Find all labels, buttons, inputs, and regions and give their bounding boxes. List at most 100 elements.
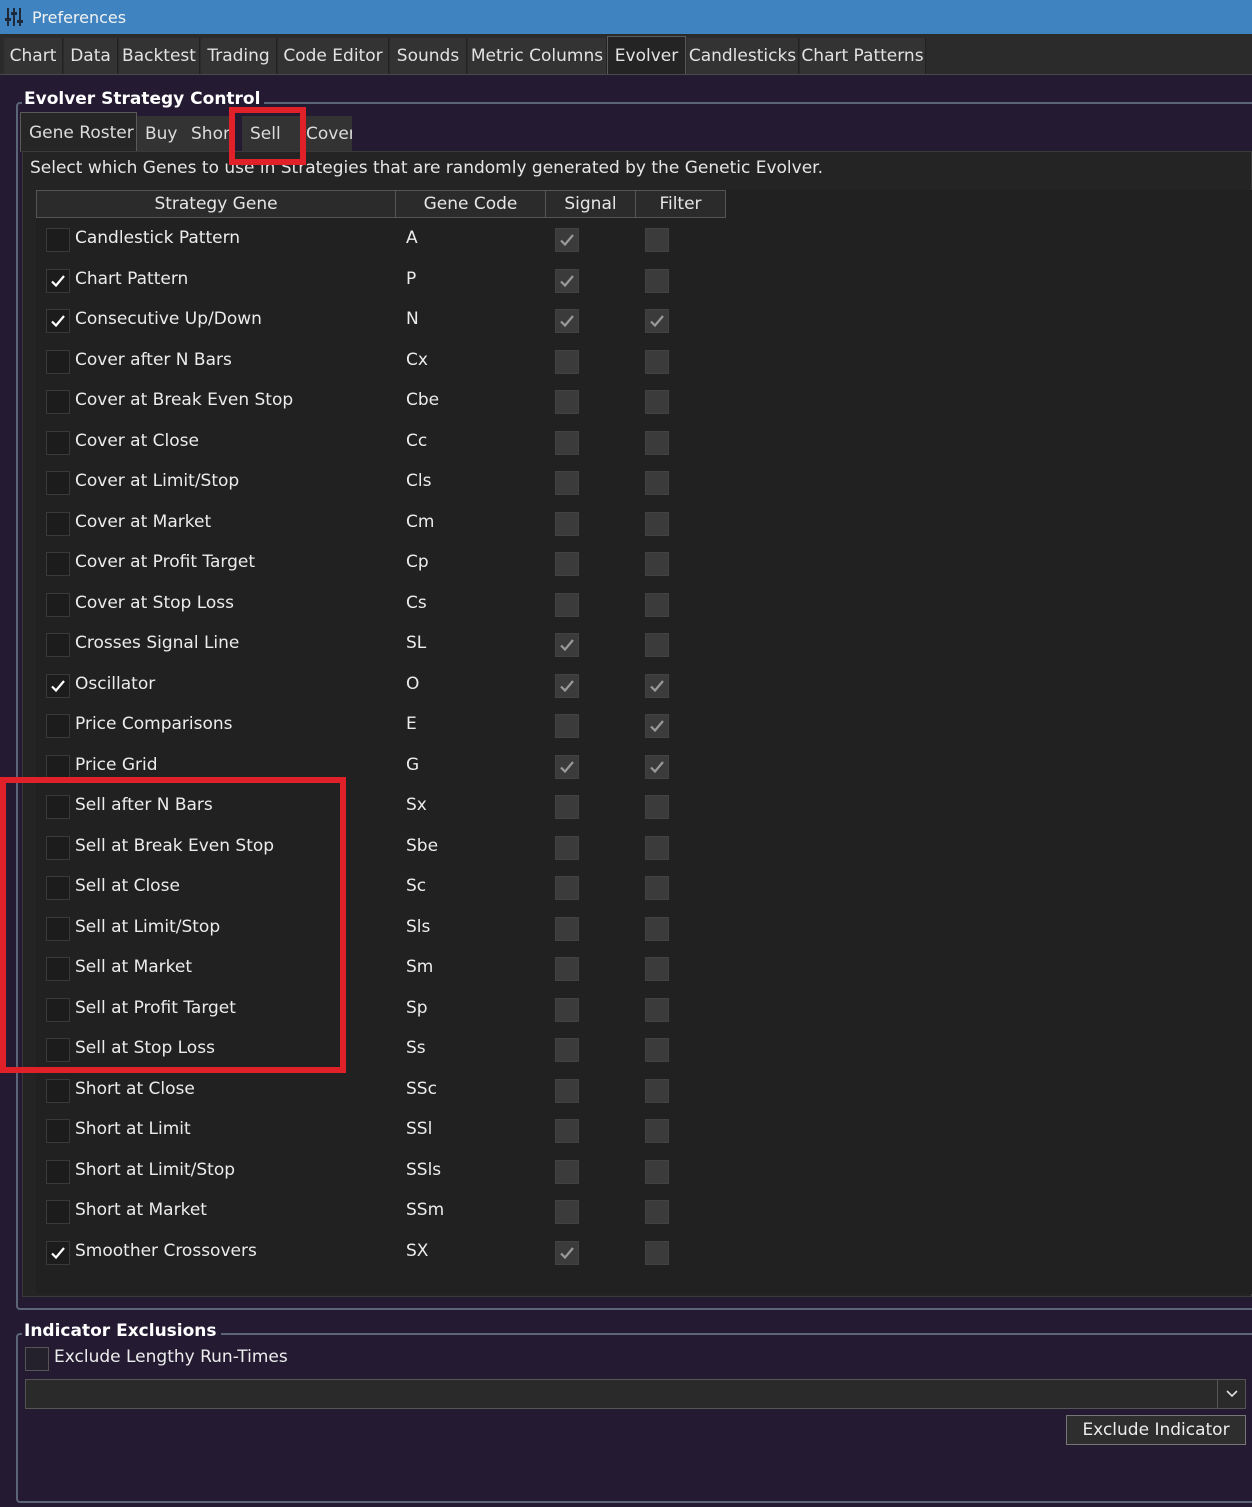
table-row: Consecutive Up/Down N: [36, 301, 736, 341]
gene-enable-checkbox[interactable]: [46, 512, 70, 536]
gene-code: Sls: [406, 917, 431, 937]
tab-chart[interactable]: Chart: [4, 38, 63, 74]
gene-enable-checkbox[interactable]: [46, 269, 70, 293]
filter-checkbox: [645, 795, 669, 819]
gene-enable-checkbox[interactable]: [46, 1200, 70, 1224]
tab-trading[interactable]: Trading: [201, 38, 277, 74]
gene-enable-checkbox[interactable]: [46, 431, 70, 455]
signal-checkbox: [555, 674, 579, 698]
gene-enable-checkbox[interactable]: [46, 390, 70, 414]
table-row: Sell at Profit Target Sp: [36, 990, 736, 1030]
filter-checkbox: [645, 1079, 669, 1103]
filter-checkbox: [645, 390, 669, 414]
gene-enable-checkbox[interactable]: [46, 593, 70, 617]
gene-enable-checkbox[interactable]: [46, 917, 70, 941]
signal-checkbox: [555, 350, 579, 374]
filter-checkbox: [645, 876, 669, 900]
filter-checkbox: [645, 350, 669, 374]
gene-code: A: [406, 228, 418, 248]
column-header-strategy-gene[interactable]: Strategy Gene: [36, 190, 396, 218]
exclude-indicator-button[interactable]: Exclude Indicator: [1066, 1415, 1246, 1445]
gene-enable-checkbox[interactable]: [46, 795, 70, 819]
table-row: Sell at Market Sm: [36, 949, 736, 989]
signal-checkbox: [555, 228, 579, 252]
table-row: Price Grid G: [36, 747, 736, 787]
gene-code: SSls: [406, 1160, 442, 1180]
signal-checkbox: [555, 957, 579, 981]
table-header: Strategy Gene Gene Code Signal Filter: [36, 190, 726, 218]
table-row: Chart Pattern P: [36, 261, 736, 301]
tab-gene-roster[interactable]: Gene Roster: [20, 112, 137, 152]
tab-sounds[interactable]: Sounds: [390, 38, 467, 74]
gene-enable-checkbox[interactable]: [46, 998, 70, 1022]
table-row: Cover at Close Cc: [36, 423, 736, 463]
gene-enable-checkbox[interactable]: [46, 836, 70, 860]
tab-candlesticks[interactable]: Candlesticks: [687, 38, 799, 74]
table-row: Price Comparisons E: [36, 706, 736, 746]
filter-checkbox: [645, 269, 669, 293]
signal-checkbox: [555, 1200, 579, 1224]
gene-code: Sx: [406, 795, 427, 815]
gene-code: Cm: [406, 512, 435, 532]
gene-enable-checkbox[interactable]: [46, 957, 70, 981]
tab-cover[interactable]: Cover: [298, 116, 352, 152]
gene-code: Cx: [406, 350, 428, 370]
signal-checkbox: [555, 512, 579, 536]
gene-enable-checkbox[interactable]: [46, 1241, 70, 1265]
gene-name: Sell after N Bars: [75, 795, 213, 815]
gene-roster-description: Select which Genes to use in Strategies …: [30, 158, 823, 178]
signal-checkbox: [555, 269, 579, 293]
gene-table: Strategy Gene Gene Code Signal Filter Ca…: [36, 190, 1252, 1294]
gene-name: Short at Market: [75, 1200, 207, 1220]
indicator-exclusions-title: Indicator Exclusions: [22, 1321, 221, 1341]
gene-name: Cover at Profit Target: [75, 552, 256, 572]
gene-name: Sell at Stop Loss: [75, 1038, 215, 1058]
table-row: Cover after N Bars Cx: [36, 342, 736, 382]
tab-short[interactable]: Shor: [183, 116, 230, 152]
signal-checkbox: [555, 471, 579, 495]
filter-checkbox: [645, 957, 669, 981]
signal-checkbox: [555, 431, 579, 455]
tab-sell[interactable]: Sell: [242, 116, 298, 152]
tab-data[interactable]: Data: [64, 38, 118, 74]
gene-enable-checkbox[interactable]: [46, 876, 70, 900]
column-header-gene-code[interactable]: Gene Code: [396, 190, 546, 218]
indicator-combo[interactable]: [25, 1379, 1246, 1409]
gene-enable-checkbox[interactable]: [46, 1119, 70, 1143]
tab-buy[interactable]: Buy: [137, 116, 184, 152]
tab-metric-columns[interactable]: Metric Columns: [468, 38, 607, 74]
signal-checkbox: [555, 309, 579, 333]
exclude-lengthy-checkbox[interactable]: [25, 1347, 49, 1371]
tab-chart-patterns[interactable]: Chart Patterns: [800, 38, 926, 74]
gene-enable-checkbox[interactable]: [46, 1079, 70, 1103]
signal-checkbox: [555, 836, 579, 860]
chevron-down-icon[interactable]: [1217, 1380, 1245, 1408]
column-header-signal[interactable]: Signal: [546, 190, 636, 218]
table-row: Short at Limit/Stop SSls: [36, 1152, 736, 1192]
column-header-filter[interactable]: Filter: [636, 190, 726, 218]
tab-backtest[interactable]: Backtest: [119, 38, 200, 74]
gene-enable-checkbox[interactable]: [46, 309, 70, 333]
table-row: Cover at Profit Target Cp: [36, 544, 736, 584]
tab-code-editor[interactable]: Code Editor: [278, 38, 389, 74]
gene-name: Sell at Profit Target: [75, 998, 236, 1018]
gene-name: Sell at Market: [75, 957, 193, 977]
gene-enable-checkbox[interactable]: [46, 674, 70, 698]
gene-enable-checkbox[interactable]: [46, 350, 70, 374]
gene-name: Cover after N Bars: [75, 350, 232, 370]
gene-enable-checkbox[interactable]: [46, 1160, 70, 1184]
gene-enable-checkbox[interactable]: [46, 714, 70, 738]
gene-enable-checkbox[interactable]: [46, 552, 70, 576]
filter-checkbox: [645, 552, 669, 576]
signal-checkbox: [555, 1241, 579, 1265]
gene-enable-checkbox[interactable]: [46, 228, 70, 252]
gene-enable-checkbox[interactable]: [46, 755, 70, 779]
filter-checkbox: [645, 593, 669, 617]
signal-checkbox: [555, 593, 579, 617]
gene-enable-checkbox[interactable]: [46, 633, 70, 657]
gene-code: SL: [406, 633, 427, 653]
tab-evolver[interactable]: Evolver: [607, 36, 686, 74]
gene-enable-checkbox[interactable]: [46, 471, 70, 495]
table-row: Sell at Close Sc: [36, 868, 736, 908]
gene-enable-checkbox[interactable]: [46, 1038, 70, 1062]
